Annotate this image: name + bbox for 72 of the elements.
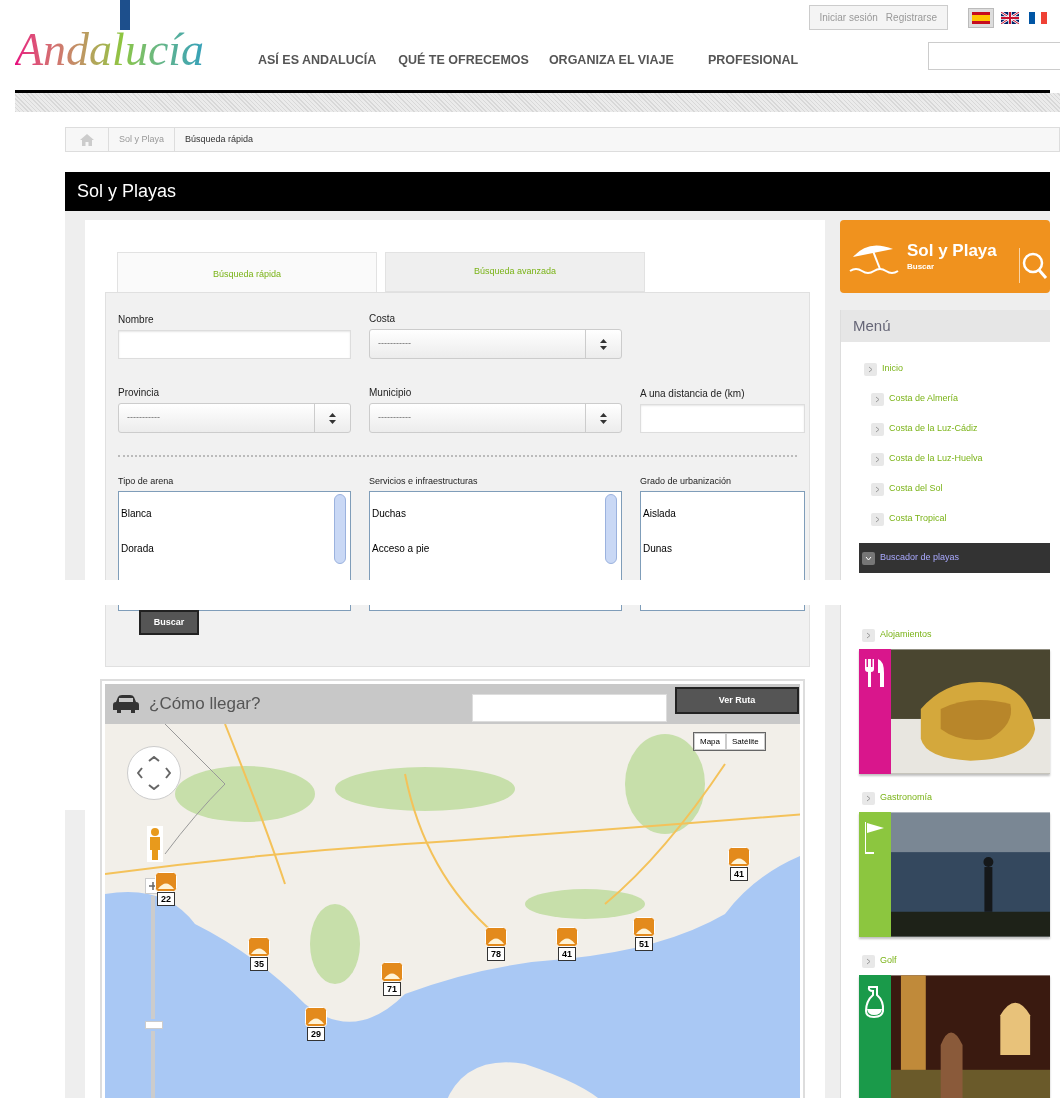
list-option[interactable]: Acceso a pie	[370, 540, 621, 576]
chevron-icon	[862, 954, 875, 968]
scrollbar[interactable]	[334, 493, 346, 564]
chevron-icon	[871, 452, 884, 466]
select-value: -----------	[378, 337, 411, 351]
chevron-icon	[871, 512, 884, 526]
chevron-icon	[862, 628, 875, 642]
beach-marker-icon[interactable]	[728, 847, 750, 867]
scrollbar[interactable]	[605, 493, 617, 564]
field-label: Tipo de arena	[118, 475, 175, 488]
route-title: ¿Cómo llegar?	[149, 693, 261, 716]
beach-marker-icon[interactable]	[556, 927, 578, 947]
accent-bar	[120, 0, 130, 30]
list-option[interactable]: Dunas	[641, 540, 804, 576]
map-type-button[interactable]: Mapa	[694, 733, 726, 750]
search-button[interactable]: Buscar	[139, 610, 199, 635]
field-label: Provincia	[118, 386, 161, 400]
zoom-track[interactable]	[151, 896, 155, 1019]
search-icon[interactable]	[1022, 252, 1048, 280]
beach-marker-icon[interactable]	[485, 927, 507, 947]
nav-link[interactable]: QUÉ TE OFRECEMOS	[398, 50, 529, 70]
list-option[interactable]: Blanca	[119, 505, 350, 541]
category-strip[interactable]	[859, 649, 891, 774]
chevron-icon	[864, 362, 877, 376]
zoom-handle[interactable]	[145, 1021, 163, 1029]
chevron-icon	[871, 422, 884, 436]
menu-title: Menú	[841, 310, 1050, 342]
beach-marker-icon[interactable]	[248, 937, 270, 957]
select-field[interactable]: -----------	[369, 329, 622, 359]
jug-icon	[864, 985, 886, 1019]
map-type-button[interactable]: Satélite	[726, 733, 765, 750]
beach-marker-icon[interactable]	[305, 1007, 327, 1027]
banner-subtitle: Buscar	[907, 260, 936, 273]
pegman-icon[interactable]	[147, 826, 163, 862]
text-field[interactable]	[118, 330, 351, 359]
select-field[interactable]: -----------	[369, 403, 622, 433]
beach-marker-icon[interactable]	[381, 962, 403, 982]
flag-icon[interactable]	[968, 7, 994, 28]
page-title: Sol y Playas	[65, 172, 1050, 211]
banner-title: Sol y Playa	[907, 240, 997, 261]
address-field[interactable]	[472, 694, 667, 722]
select-value: -----------	[127, 411, 160, 425]
fork-knife-icon	[864, 659, 886, 687]
breadcrumb-item: Búsqueda rápida	[184, 132, 255, 146]
menu-item[interactable]: Buscador de playas	[859, 543, 1050, 573]
text-field[interactable]	[640, 404, 805, 433]
category-strip[interactable]	[859, 812, 891, 937]
chevron-icon	[862, 791, 875, 805]
beach-marker-icon[interactable]	[633, 917, 655, 937]
select-value: -----------	[378, 411, 411, 425]
nav-link[interactable]: ORGANIZA EL VIAJE	[548, 50, 674, 70]
field-label: Costa	[369, 312, 397, 326]
route-button[interactable]: Ver Ruta	[675, 687, 799, 714]
search-field[interactable]	[928, 42, 1060, 70]
chevron-icon	[871, 392, 884, 406]
list-option[interactable]: Dorada	[119, 540, 350, 576]
category-strip[interactable]	[859, 975, 891, 1098]
chevron-icon	[871, 482, 884, 496]
beach-marker-icon[interactable]	[155, 872, 177, 892]
field-label: Grado de urbanización	[640, 475, 733, 488]
car-icon	[113, 694, 139, 714]
field-label: Servicios e infraestructuras	[369, 475, 479, 488]
list-option[interactable]: Duchas	[370, 505, 621, 541]
list-option[interactable]: Aislada	[641, 505, 804, 541]
nav-link[interactable]: ASÍ ES ANDALUCÍA	[258, 50, 377, 70]
nav-link[interactable]: PROFESIONAL	[707, 50, 799, 70]
field-label: Nombre	[118, 313, 155, 327]
field-label: A una distancia de (km)	[640, 387, 746, 401]
field-label: Municipio	[369, 386, 413, 400]
caret-icon	[862, 551, 875, 565]
select-field[interactable]: -----------	[118, 403, 351, 433]
zoom-track[interactable]	[151, 1031, 155, 1098]
